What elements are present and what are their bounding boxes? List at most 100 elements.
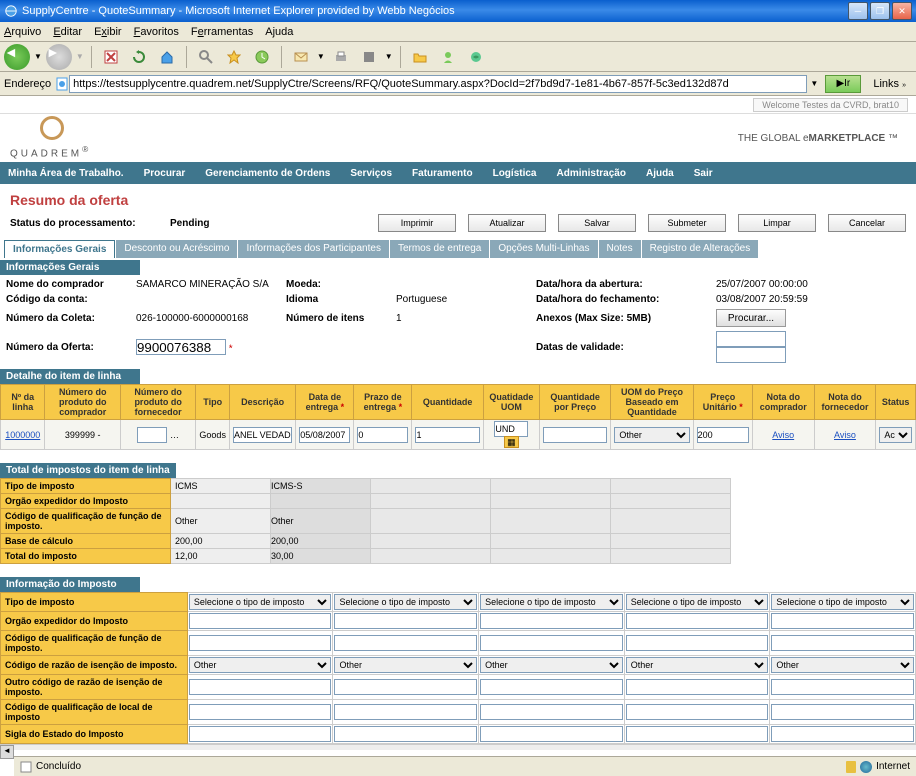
desc-input[interactable] [233,427,292,443]
tax-other-2[interactable] [334,679,477,695]
tax-type-5[interactable]: Selecione o tipo de imposto [771,594,914,610]
fwd-dropdown[interactable]: ▼ [76,52,84,61]
tax-other-5[interactable] [771,679,914,695]
browse-button[interactable]: Procurar... [716,309,786,327]
tax-other-1[interactable] [189,679,332,695]
tax-org-1[interactable] [189,613,332,629]
history-button[interactable] [250,45,274,69]
qty-input[interactable] [415,427,479,443]
tax-state-3[interactable] [480,726,623,742]
tax-func-1[interactable] [189,635,332,651]
menu-editar[interactable]: Editar [53,26,82,38]
mail-button[interactable] [289,45,313,69]
tax-func-4[interactable] [626,635,769,651]
edit-dropdown[interactable]: ▼ [385,52,393,61]
edit-button[interactable] [357,45,381,69]
quote-input[interactable] [136,339,226,355]
print-action[interactable]: Imprimir [378,214,456,232]
clear-action[interactable]: Limpar [738,214,816,232]
unit-price-input[interactable] [697,427,749,443]
nav-logistics[interactable]: Logística [493,168,537,179]
cancel-action[interactable]: Cancelar [828,214,906,232]
tax-other-3[interactable] [480,679,623,695]
nav-exit[interactable]: Sair [694,168,713,179]
menu-favoritos[interactable]: Favoritos [134,26,179,38]
tab-notes[interactable]: Notes [599,240,641,258]
tax-exempt-2[interactable]: Other [334,657,477,673]
price-qty-input[interactable] [543,427,607,443]
address-input[interactable] [69,75,807,93]
tax-loc-5[interactable] [771,704,914,720]
stop-button[interactable] [99,45,123,69]
nav-services[interactable]: Serviços [350,168,392,179]
menu-ajuda[interactable]: Ajuda [265,26,293,38]
back-button[interactable]: ◄ [4,44,30,70]
nav-admin[interactable]: Administração [557,168,626,179]
tax-type-1[interactable]: Selecione o tipo de imposto [189,594,332,610]
tax-type-2[interactable]: Selecione o tipo de imposto [334,594,477,610]
tab-changes[interactable]: Registro de Alterações [642,240,759,258]
lookup-icon[interactable]: … [170,430,179,440]
tax-exempt-3[interactable]: Other [480,657,623,673]
deliv-date-input[interactable] [299,427,350,443]
tab-participants[interactable]: Informações dos Participantes [238,240,389,258]
qty-uom-input[interactable] [494,421,528,437]
address-dropdown[interactable]: ▼ [807,79,821,88]
submit-action[interactable]: Submeter [648,214,726,232]
back-dropdown[interactable]: ▼ [34,52,42,61]
tax-org-2[interactable] [334,613,477,629]
horizontal-scroll-area[interactable]: ◄ [0,744,916,750]
nav-orders[interactable]: Gerenciamento de Ordens [205,168,330,179]
line-no-link[interactable]: 1000000 [5,430,40,440]
scroll-left-button[interactable]: ◄ [0,745,14,759]
minimize-button[interactable]: ─ [848,2,868,20]
tax-loc-1[interactable] [189,704,332,720]
go-button[interactable]: ▶ Ir [825,75,861,93]
forward-button[interactable]: ► [46,44,72,70]
tax-state-1[interactable] [189,726,332,742]
valid-to-input[interactable] [716,347,786,363]
tab-multiline[interactable]: Opções Multi-Linhas [490,240,597,258]
folder-button[interactable] [408,45,432,69]
supp-note-link[interactable]: Aviso [834,430,856,440]
home-button[interactable] [155,45,179,69]
nav-billing[interactable]: Faturamento [412,168,473,179]
tab-delivery[interactable]: Termos de entrega [390,240,489,258]
tax-type-4[interactable]: Selecione o tipo de imposto [626,594,769,610]
deliv-term-input[interactable] [357,427,408,443]
tax-func-3[interactable] [480,635,623,651]
tax-loc-3[interactable] [480,704,623,720]
tax-org-5[interactable] [771,613,914,629]
tax-type-3[interactable]: Selecione o tipo de imposto [480,594,623,610]
search-button[interactable] [194,45,218,69]
nav-workspace[interactable]: Minha Área de Trabalho. [8,168,124,179]
close-button[interactable]: ✕ [892,2,912,20]
extra-button[interactable] [464,45,488,69]
calendar-icon[interactable]: ▦ [504,436,519,448]
tax-state-2[interactable] [334,726,477,742]
refresh-button[interactable] [127,45,151,69]
tab-general[interactable]: Informações Gerais [4,240,115,258]
price-uom-select[interactable]: Other [614,427,689,443]
nav-help[interactable]: Ajuda [646,168,674,179]
tax-state-4[interactable] [626,726,769,742]
menu-ferramentas[interactable]: Ferramentas [191,26,253,38]
update-action[interactable]: Atualizar [468,214,546,232]
status-select[interactable]: Aceitar [879,427,912,443]
menu-arquivo[interactable]: Arquivo [4,26,41,38]
favorites-button[interactable] [222,45,246,69]
tax-exempt-1[interactable]: Other [189,657,332,673]
print-button[interactable] [329,45,353,69]
menu-exibir[interactable]: Exibir [94,26,122,38]
nav-search[interactable]: Procurar [144,168,186,179]
mail-dropdown[interactable]: ▼ [317,52,325,61]
maximize-button[interactable]: ❐ [870,2,890,20]
buyer-note-link[interactable]: Aviso [772,430,794,440]
tax-loc-2[interactable] [334,704,477,720]
tax-func-2[interactable] [334,635,477,651]
tax-state-5[interactable] [771,726,914,742]
tax-other-4[interactable] [626,679,769,695]
tax-func-5[interactable] [771,635,914,651]
valid-from-input[interactable] [716,331,786,347]
tab-discount[interactable]: Desconto ou Acréscimo [116,240,237,258]
